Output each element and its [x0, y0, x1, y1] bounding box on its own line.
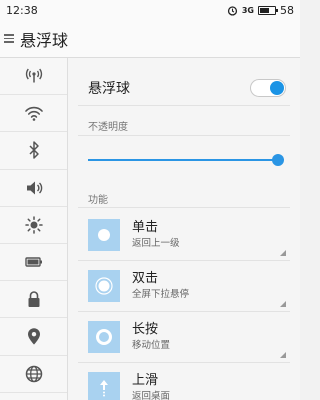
- toggle-knob: [270, 80, 284, 95]
- sidebar: [0, 58, 68, 400]
- sidebar-item-volume[interactable]: [0, 170, 67, 207]
- gesture-title: 单击: [132, 220, 159, 235]
- status-bar: 12:38 3G 58: [0, 0, 300, 20]
- gesture-title: 双击: [132, 271, 159, 286]
- gesture-subtitle: 返回桌面: [132, 391, 171, 400]
- sidebar-item-wifi[interactable]: [0, 95, 67, 133]
- hotspot-icon: [25, 68, 42, 83]
- app-bar: 悬浮球: [0, 20, 300, 58]
- sidebar-item-lock[interactable]: [0, 281, 67, 319]
- sidebar-item-brightness[interactable]: [0, 207, 67, 244]
- volume-icon: [26, 181, 42, 195]
- corner-indicator-icon: [280, 250, 286, 256]
- gesture-item-swipe-up[interactable]: 上滑 返回桌面: [78, 363, 290, 400]
- divider: [78, 207, 290, 208]
- sidebar-item-location[interactable]: [0, 318, 67, 356]
- gesture-item-double-tap[interactable]: 双击 全屏下拉悬停: [78, 261, 290, 312]
- sidebar-item-bluetooth[interactable]: [0, 132, 67, 170]
- lock-icon: [28, 291, 39, 308]
- menu-icon[interactable]: [4, 34, 14, 43]
- page-title: 悬浮球: [20, 30, 69, 50]
- sidebar-item-battery[interactable]: [0, 244, 67, 282]
- bluetooth-icon: [28, 141, 39, 160]
- gesture-title: 上滑: [132, 373, 159, 388]
- gesture-subtitle: 返回上一级: [132, 238, 180, 249]
- signal-icon: 3G: [241, 5, 254, 15]
- float-ball-toggle[interactable]: [250, 78, 286, 97]
- corner-indicator-icon: [280, 301, 286, 307]
- slider-thumb[interactable]: [272, 154, 284, 166]
- status-time: 12:38: [6, 3, 38, 17]
- gesture-item-single-tap[interactable]: 单击 返回上一级: [78, 210, 290, 261]
- location-icon: [27, 328, 40, 345]
- long-press-icon: [88, 321, 120, 353]
- opacity-label: 不透明度: [88, 122, 128, 133]
- gesture-item-long-press[interactable]: 长按 移动位置: [78, 312, 290, 363]
- brightness-icon: [24, 216, 43, 234]
- single-tap-icon: [88, 219, 120, 251]
- sidebar-item-hotspot[interactable]: [0, 58, 67, 96]
- battery-icon: [24, 257, 42, 267]
- main-panel: 悬浮球 不透明度 功能 单击 返回上一级 双击 全屏下拉悬停 长按 移动位置 上…: [68, 58, 300, 400]
- swipe-up-icon: [88, 372, 120, 400]
- corner-indicator-icon: [280, 352, 286, 358]
- function-label: 功能: [88, 195, 108, 206]
- double-tap-icon: [88, 270, 120, 302]
- slider-track: [88, 159, 278, 161]
- globe-icon: [25, 365, 42, 382]
- opacity-slider[interactable]: [88, 154, 284, 166]
- float-ball-row: 悬浮球: [78, 70, 290, 106]
- battery-icon: [258, 5, 278, 15]
- battery-level: 58: [280, 3, 294, 17]
- divider: [78, 135, 290, 136]
- gesture-title: 长按: [132, 322, 159, 337]
- gesture-subtitle: 全屏下拉悬停: [132, 289, 190, 300]
- sidebar-item-globe[interactable]: [0, 356, 67, 393]
- alarm-icon: [227, 5, 238, 16]
- float-ball-label: 悬浮球: [88, 80, 130, 97]
- wifi-icon: [24, 107, 43, 122]
- gesture-subtitle: 移动位置: [132, 340, 171, 351]
- status-icons: 3G 58: [227, 4, 294, 17]
